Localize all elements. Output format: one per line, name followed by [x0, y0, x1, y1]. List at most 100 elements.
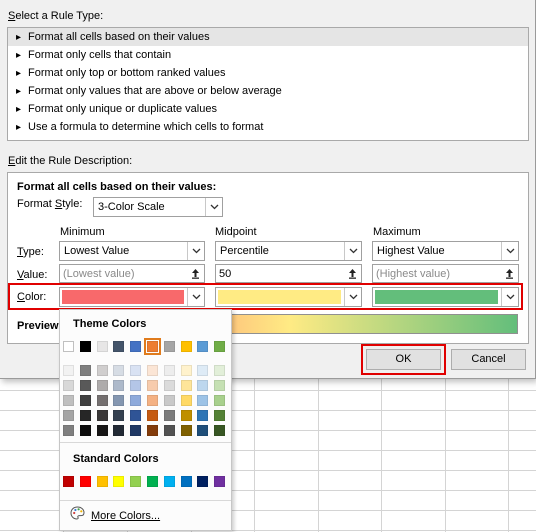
theme-color-swatch[interactable] [163, 341, 175, 352]
theme-color-swatch[interactable] [197, 341, 209, 352]
chevron-down-icon [344, 242, 361, 260]
midpoint-type-select[interactable]: Percentile [215, 241, 362, 261]
rule-heading: Format all cells based on their values: [17, 181, 217, 193]
theme-shade-swatch[interactable] [214, 410, 226, 421]
collapse-dialog-icon[interactable] [345, 266, 360, 281]
theme-shade-swatch[interactable] [79, 410, 91, 421]
cancel-button[interactable]: Cancel [451, 349, 526, 370]
theme-shade-swatch[interactable] [130, 425, 142, 436]
divider [60, 442, 231, 443]
theme-color-swatch[interactable] [214, 341, 226, 352]
standard-color-swatch[interactable] [113, 476, 125, 487]
theme-shade-swatch[interactable] [163, 380, 175, 391]
theme-color-swatch[interactable] [96, 341, 108, 352]
minimum-value-input[interactable]: (Lowest value) [59, 264, 205, 283]
rule-type-item[interactable]: ▸ Format only top or bottom ranked values [8, 64, 528, 82]
theme-shade-swatch[interactable] [147, 425, 158, 436]
theme-shade-swatch[interactable] [96, 365, 108, 376]
column-header-minimum: Minimum [60, 226, 105, 238]
theme-color-swatch[interactable] [63, 341, 74, 352]
theme-shade-swatch[interactable] [163, 395, 175, 406]
theme-shade-swatch[interactable] [197, 380, 209, 391]
theme-shade-swatch[interactable] [180, 380, 192, 391]
theme-shade-swatch[interactable] [79, 395, 91, 406]
theme-shade-swatch[interactable] [63, 380, 74, 391]
theme-shade-swatch[interactable] [63, 410, 74, 421]
theme-shade-swatch[interactable] [147, 365, 158, 376]
standard-color-swatch[interactable] [96, 476, 108, 487]
rule-type-list[interactable]: ▸ Format all cells based on their values ▸… [7, 27, 529, 141]
theme-shade-swatch[interactable] [130, 365, 142, 376]
theme-shade-swatch[interactable] [130, 380, 142, 391]
standard-color-swatch[interactable] [180, 476, 192, 487]
theme-shade-swatch[interactable] [63, 395, 74, 406]
theme-shade-swatch[interactable] [96, 410, 108, 421]
theme-shade-swatch[interactable] [214, 395, 226, 406]
theme-shade-swatch[interactable] [79, 365, 91, 376]
standard-color-swatch[interactable] [197, 476, 209, 487]
theme-shade-swatch[interactable] [147, 395, 158, 406]
rule-type-item[interactable]: ▸ Format only cells that contain [8, 46, 528, 64]
midpoint-color-select[interactable] [215, 287, 362, 307]
theme-shade-swatch[interactable] [180, 395, 192, 406]
theme-shade-swatch[interactable] [197, 365, 209, 376]
theme-shade-swatch[interactable] [163, 425, 175, 436]
theme-shade-swatch[interactable] [79, 425, 91, 436]
maximum-value-input[interactable]: (Highest value) [372, 264, 519, 283]
theme-shade-swatch[interactable] [180, 425, 192, 436]
maximum-color-select[interactable] [372, 287, 519, 307]
theme-color-swatch[interactable] [130, 341, 142, 352]
theme-shade-swatch[interactable] [63, 365, 74, 376]
theme-shade-swatch[interactable] [130, 395, 142, 406]
theme-shade-swatch[interactable] [113, 425, 125, 436]
theme-shade-swatch[interactable] [96, 395, 108, 406]
minimum-type-select[interactable]: Lowest Value [59, 241, 205, 261]
standard-color-swatch[interactable] [63, 476, 74, 487]
theme-color-swatch[interactable] [79, 341, 91, 352]
collapse-dialog-icon[interactable] [502, 266, 517, 281]
theme-shade-swatch[interactable] [147, 380, 158, 391]
theme-shade-swatch[interactable] [180, 410, 192, 421]
theme-shade-swatch[interactable] [113, 410, 125, 421]
ok-button[interactable]: OK [366, 349, 441, 370]
standard-color-swatch[interactable] [130, 476, 142, 487]
theme-shade-swatch[interactable] [214, 380, 226, 391]
rule-type-item[interactable]: ▸ Use a formula to determine which cells … [8, 118, 528, 136]
rule-type-item[interactable]: ▸ Format all cells based on their values [8, 28, 528, 46]
standard-color-swatch[interactable] [214, 476, 226, 487]
theme-shade-swatch[interactable] [96, 425, 108, 436]
minimum-color-select[interactable] [59, 287, 205, 307]
theme-shade-swatch[interactable] [163, 410, 175, 421]
rule-type-item[interactable]: ▸ Format only unique or duplicate values [8, 100, 528, 118]
maximum-type-select[interactable]: Highest Value [372, 241, 519, 261]
chevron-down-icon [187, 242, 204, 260]
collapse-dialog-icon[interactable] [188, 266, 203, 281]
theme-color-swatch[interactable] [113, 341, 125, 352]
rule-type-item[interactable]: ▸ Format only values that are above or be… [8, 82, 528, 100]
arrow-icon: ▸ [16, 86, 22, 97]
palette-icon [70, 506, 85, 526]
theme-shade-swatch[interactable] [197, 395, 209, 406]
format-style-select[interactable]: 3-Color Scale [93, 197, 223, 217]
theme-shade-swatch[interactable] [197, 425, 209, 436]
standard-color-swatch[interactable] [163, 476, 175, 487]
theme-shade-swatch[interactable] [163, 365, 175, 376]
more-colors-item[interactable]: More Colors... [70, 506, 160, 524]
theme-shade-swatch[interactable] [197, 410, 209, 421]
standard-color-swatch[interactable] [147, 476, 158, 487]
standard-color-swatch[interactable] [79, 476, 91, 487]
midpoint-value-input[interactable]: 50 [215, 264, 362, 283]
theme-shade-swatch[interactable] [79, 380, 91, 391]
theme-shade-swatch[interactable] [113, 395, 125, 406]
theme-shade-swatch[interactable] [63, 425, 74, 436]
theme-shade-swatch[interactable] [147, 410, 158, 421]
theme-shade-swatch[interactable] [113, 365, 125, 376]
theme-shade-swatch[interactable] [113, 380, 125, 391]
theme-shade-swatch[interactable] [180, 365, 192, 376]
theme-color-swatch[interactable] [144, 338, 161, 355]
theme-shade-swatch[interactable] [96, 380, 108, 391]
theme-shade-swatch[interactable] [214, 365, 226, 376]
theme-shade-swatch[interactable] [130, 410, 142, 421]
theme-color-swatch[interactable] [180, 341, 192, 352]
theme-shade-swatch[interactable] [214, 425, 226, 436]
